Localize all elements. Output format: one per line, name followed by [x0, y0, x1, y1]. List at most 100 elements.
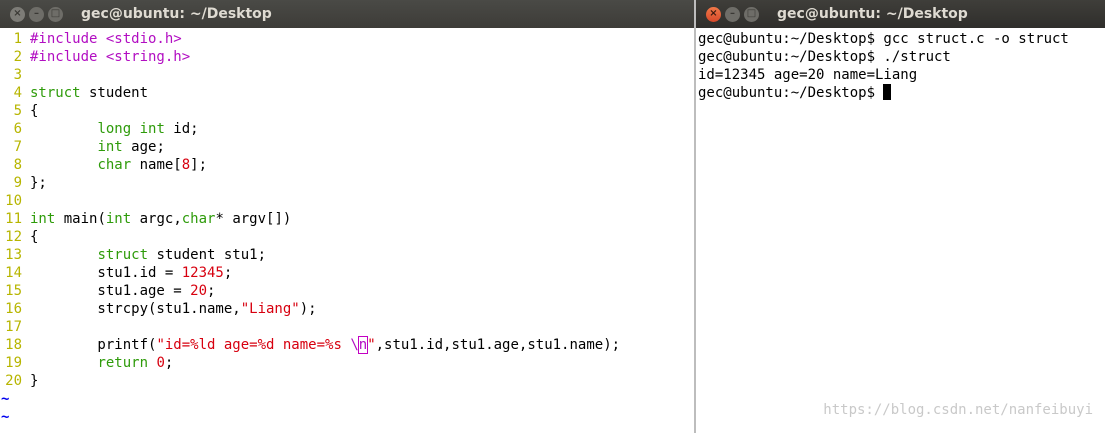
minimize-icon[interactable]: –	[725, 6, 740, 22]
code-token: 20	[190, 283, 208, 299]
code-text: struct student	[30, 84, 148, 102]
maximize-icon[interactable]: □	[48, 6, 63, 22]
code-text: stu1.id = 12345;	[30, 264, 232, 282]
code-line: 3	[0, 66, 694, 84]
code-text: #include <string.h>	[30, 48, 190, 66]
cursor	[883, 84, 892, 100]
line-number: 8	[13, 157, 22, 173]
code-line: 14 stu1.id = 12345;	[0, 264, 694, 282]
code-token: stu1.id =	[30, 265, 182, 281]
code-token: 12345	[181, 265, 224, 281]
terminal-titlebar[interactable]: × – □ gec@ubuntu: ~/Desktop	[696, 0, 1105, 28]
line-number: 12	[5, 229, 22, 245]
code-line: 1 #include <stdio.h>	[0, 30, 694, 48]
line-number: 14	[5, 265, 22, 281]
minimize-icon[interactable]: –	[29, 6, 44, 22]
terminal-window: × – □ gec@ubuntu: ~/Desktop gec@ubuntu:~…	[696, 0, 1105, 433]
code-text: strcpy(stu1.name,"Liang");	[30, 300, 316, 318]
code-token: strcpy(stu1.name,	[30, 301, 241, 317]
line-number: 9	[13, 175, 22, 191]
code-line: 4 struct student	[0, 84, 694, 102]
code-line: 8 char name[8];	[0, 156, 694, 174]
code-line: 12 {	[0, 228, 694, 246]
terminal-output[interactable]: gec@ubuntu:~/Desktop$ gcc struct.c -o st…	[696, 28, 1105, 102]
close-icon[interactable]: ×	[10, 6, 25, 22]
code-token: return	[97, 355, 149, 371]
code-line: 11 int main(int argc,char* argv[])	[0, 210, 694, 228]
code-token: stu1.age =	[30, 283, 191, 299]
tilde-marker: ~	[1, 409, 10, 425]
code-text: printf("id=%ld age=%d name=%s \n",stu1.i…	[30, 336, 620, 354]
maximize-icon[interactable]: □	[744, 6, 759, 22]
code-text: struct student stu1;	[30, 246, 266, 264]
editor-titlebar[interactable]: × – □ gec@ubuntu: ~/Desktop	[0, 0, 694, 28]
code-token: "Liang"	[240, 301, 300, 317]
code-token: \	[350, 337, 359, 353]
code-token: long int	[97, 121, 165, 137]
code-token: struct	[97, 247, 149, 263]
code-line: 2 #include <string.h>	[0, 48, 694, 66]
code-token: #include <stdio.h>	[30, 31, 182, 47]
code-token: age;	[122, 139, 165, 155]
code-token: * argv[])	[215, 211, 292, 227]
empty-buffer-line: ~	[0, 408, 694, 426]
tilde-marker: ~	[1, 391, 10, 407]
terminal-line: gec@ubuntu:~/Desktop$ ./struct	[698, 49, 951, 65]
code-token: student stu1;	[148, 247, 267, 263]
line-number: 16	[5, 301, 22, 317]
empty-buffer-line: ~	[0, 390, 694, 408]
code-token: {	[30, 229, 39, 245]
code-line: 17	[0, 318, 694, 336]
window-controls: × – □	[10, 6, 63, 22]
code-token: "id=%ld age=%d name=%s	[156, 337, 351, 353]
code-text: }	[30, 372, 38, 390]
line-number: 4	[13, 85, 22, 101]
code-token: name[	[131, 157, 182, 173]
terminal-line: gec@ubuntu:~/Desktop$ gcc struct.c -o st…	[698, 31, 1069, 47]
code-token: ;	[207, 283, 216, 299]
code-token: "	[367, 337, 376, 353]
code-text: int main(int argc,char* argv[])	[30, 210, 291, 228]
code-token: }	[30, 373, 39, 389]
line-number: 7	[13, 139, 22, 155]
code-token: 8	[181, 157, 191, 173]
code-token: int	[105, 211, 132, 227]
code-text: int age;	[30, 138, 165, 156]
code-token: id;	[164, 121, 199, 137]
code-token: int	[97, 139, 123, 155]
code-text: char name[8];	[30, 156, 207, 174]
code-token: main(	[55, 211, 106, 227]
code-token: };	[30, 175, 47, 191]
editor-window: × – □ gec@ubuntu: ~/Desktop 1 #include <s…	[0, 0, 694, 433]
line-number: 6	[13, 121, 22, 137]
code-token: struct	[30, 85, 81, 101]
code-text: stu1.age = 20;	[30, 282, 215, 300]
code-token: ;	[164, 355, 174, 371]
code-token: n	[357, 336, 369, 354]
terminal-prompt-line[interactable]: gec@ubuntu:~/Desktop$	[698, 84, 1105, 102]
vim-editor[interactable]: 1 #include <stdio.h> 2 #include <string.h> 3…	[0, 28, 694, 426]
code-text: #include <stdio.h>	[30, 30, 182, 48]
code-line: 6 long int id;	[0, 120, 694, 138]
code-text: {	[30, 102, 38, 120]
code-line: 9};	[0, 174, 694, 192]
code-token: char	[97, 157, 132, 173]
line-number: 17	[5, 319, 22, 335]
code-token: char	[181, 211, 216, 227]
line-number: 10	[5, 193, 22, 209]
close-icon[interactable]: ×	[706, 6, 721, 22]
code-token: argc,	[131, 211, 182, 227]
code-line: 15 stu1.age = 20;	[0, 282, 694, 300]
line-number: 2	[13, 49, 22, 65]
code-text: return 0;	[30, 354, 173, 372]
line-number: 5	[13, 103, 22, 119]
code-token: printf(	[30, 337, 157, 353]
line-number: 1	[13, 31, 22, 47]
code-token: ;	[223, 265, 233, 281]
line-number: 13	[5, 247, 22, 263]
code-line: 19 return 0;	[0, 354, 694, 372]
code-line: 13 struct student stu1;	[0, 246, 694, 264]
code-line: 20}	[0, 372, 694, 390]
